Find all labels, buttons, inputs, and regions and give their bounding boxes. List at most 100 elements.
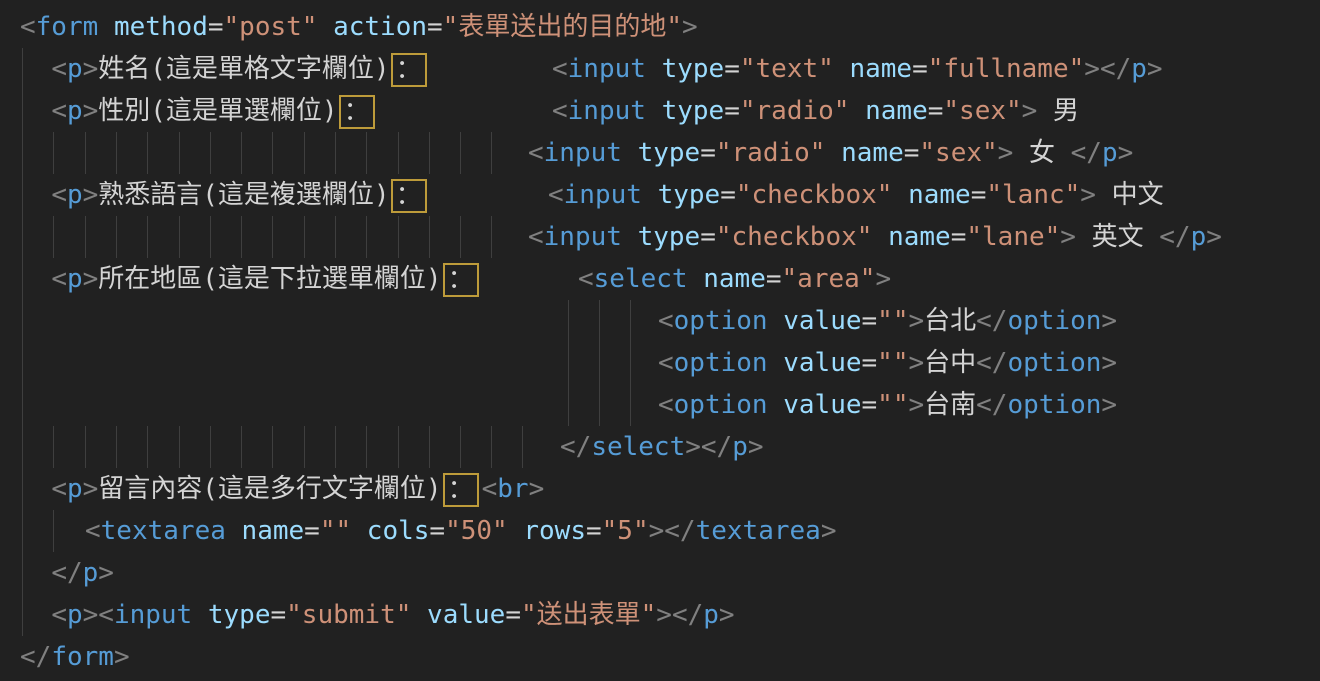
indent-guide bbox=[460, 216, 461, 258]
code-token-punct: > bbox=[1084, 54, 1100, 84]
code-token-attr: method bbox=[114, 12, 208, 42]
code-token-text bbox=[688, 264, 704, 294]
code-token-str: "lane" bbox=[966, 222, 1060, 252]
code-line[interactable]: <form method="post" action="表單送出的目的地"> bbox=[0, 6, 1320, 48]
code-token-text: = bbox=[862, 348, 878, 378]
indent-guide bbox=[22, 216, 23, 258]
code-line[interactable]: <p>所在地區(這是下拉選單欄位)：<select name="area"> bbox=[0, 258, 1320, 300]
code-token-str: "表單送出的目的地" bbox=[443, 12, 682, 42]
code-token-tag: input bbox=[544, 138, 622, 168]
indent-guide bbox=[210, 216, 211, 258]
code-line[interactable]: <p>熟悉語言(這是複選欄位)： <input type="checkbox" n… bbox=[0, 174, 1320, 216]
indent-guide bbox=[22, 384, 23, 426]
code-token-punct: < bbox=[51, 54, 67, 84]
code-line[interactable]: <option value="">台北</option> bbox=[0, 300, 1320, 342]
indent-guide bbox=[241, 132, 242, 174]
code-token-text bbox=[646, 54, 662, 84]
code-token-text: = bbox=[586, 516, 602, 546]
code-token-str: "radio" bbox=[740, 96, 850, 126]
indent-guide bbox=[398, 426, 399, 468]
indent-guide bbox=[116, 216, 117, 258]
indent-guide bbox=[210, 426, 211, 468]
code-segment: <input type="checkbox" name="lane"> 英文 <… bbox=[528, 216, 1222, 258]
indent-guide bbox=[22, 426, 23, 468]
code-token-text bbox=[622, 138, 638, 168]
code-token-text bbox=[768, 390, 784, 420]
indent-guide bbox=[85, 216, 86, 258]
indent-guide bbox=[568, 384, 569, 426]
code-token-punct: < bbox=[482, 474, 498, 504]
code-token-text bbox=[20, 558, 51, 588]
indent-guide bbox=[179, 216, 180, 258]
code-token-text: 台南 bbox=[924, 390, 976, 420]
code-token-tag: p bbox=[83, 558, 99, 588]
indent-guide bbox=[491, 216, 492, 258]
indent-guide bbox=[22, 90, 23, 132]
code-line[interactable]: <input type="checkbox" name="lane"> 英文 <… bbox=[0, 216, 1320, 258]
code-token-text: = bbox=[951, 222, 967, 252]
indent-guide bbox=[568, 300, 569, 342]
code-token-punct: > bbox=[1101, 390, 1117, 420]
code-line[interactable]: <textarea name="" cols="50" rows="5"></t… bbox=[0, 510, 1320, 552]
unicode-highlight-colon: ： bbox=[339, 95, 375, 129]
indent-guide bbox=[568, 342, 569, 384]
code-token-punct: > bbox=[656, 600, 672, 630]
code-token-punct: < bbox=[552, 96, 568, 126]
code-token-punct: > bbox=[1101, 348, 1117, 378]
code-line[interactable]: </form> bbox=[0, 636, 1320, 678]
code-segment: <select name="area"> bbox=[578, 258, 891, 300]
code-token-punct: < bbox=[51, 600, 67, 630]
code-token-punct: < bbox=[528, 222, 544, 252]
indent-guide bbox=[460, 426, 461, 468]
code-token-punct: > bbox=[1206, 222, 1222, 252]
code-token-tag: option bbox=[674, 390, 768, 420]
code-segment: <p>熟悉語言(這是複選欄位)： bbox=[20, 180, 430, 210]
code-token-text bbox=[20, 54, 51, 84]
code-token-str: "post" bbox=[224, 12, 318, 42]
indent-guide bbox=[630, 342, 631, 384]
code-token-attr: type bbox=[638, 222, 701, 252]
indent-guide bbox=[179, 132, 180, 174]
code-token-text: = bbox=[904, 138, 920, 168]
indent-guide bbox=[335, 426, 336, 468]
code-editor[interactable]: <form method="post" action="表單送出的目的地"> <… bbox=[0, 0, 1320, 681]
indent-guide bbox=[429, 426, 430, 468]
code-segment: <option value="">台北</option> bbox=[658, 300, 1117, 342]
indent-guide bbox=[22, 48, 23, 90]
code-line[interactable]: <option value="">台南</option> bbox=[0, 384, 1320, 426]
code-line[interactable]: </select></p> bbox=[0, 426, 1320, 468]
indent-guide bbox=[85, 426, 86, 468]
code-line[interactable]: <p>留言內容(這是多行文字欄位)：<br> bbox=[0, 468, 1320, 510]
code-line[interactable]: <option value="">台中</option> bbox=[0, 342, 1320, 384]
code-token-tag: input bbox=[564, 180, 642, 210]
code-line[interactable]: </p> bbox=[0, 552, 1320, 594]
code-token-text bbox=[317, 12, 333, 42]
code-token-text: 性別(這是單選欄位) bbox=[98, 96, 337, 126]
code-segment: <input type="checkbox" name="lanc"> 中文 bbox=[548, 174, 1164, 216]
code-line[interactable]: <p><input type="submit" value="送出表單"></p… bbox=[0, 594, 1320, 636]
code-line[interactable]: <p>姓名(這是單格文字欄位)：<input type="text" name=… bbox=[0, 48, 1320, 90]
code-token-text: = bbox=[505, 600, 521, 630]
code-token-punct: < bbox=[20, 12, 36, 42]
code-token-text: 姓名(這是單格文字欄位) bbox=[98, 54, 389, 84]
code-token-text bbox=[646, 96, 662, 126]
code-token-punct: > bbox=[1147, 54, 1163, 84]
code-line[interactable]: <p>性別(這是單選欄位)：<input type="radio" name="… bbox=[0, 90, 1320, 132]
code-token-punct: > bbox=[1080, 180, 1096, 210]
code-token-attr: name bbox=[849, 54, 912, 84]
code-token-text bbox=[411, 600, 427, 630]
indent-guide bbox=[272, 132, 273, 174]
indent-guide bbox=[599, 300, 600, 342]
code-token-text: 台中 bbox=[924, 348, 976, 378]
code-token-text: = bbox=[427, 12, 443, 42]
code-token-tag: input bbox=[568, 54, 646, 84]
code-token-punct: </ bbox=[1071, 138, 1102, 168]
indent-guide bbox=[398, 216, 399, 258]
code-token-str: "checkbox" bbox=[736, 180, 893, 210]
code-token-tag: p bbox=[703, 600, 719, 630]
indent-guide bbox=[491, 426, 492, 468]
code-line[interactable]: <input type="radio" name="sex"> 女 </p> bbox=[0, 132, 1320, 174]
indent-guide bbox=[22, 342, 23, 384]
code-token-tag: input bbox=[114, 600, 192, 630]
indent-guide bbox=[241, 216, 242, 258]
